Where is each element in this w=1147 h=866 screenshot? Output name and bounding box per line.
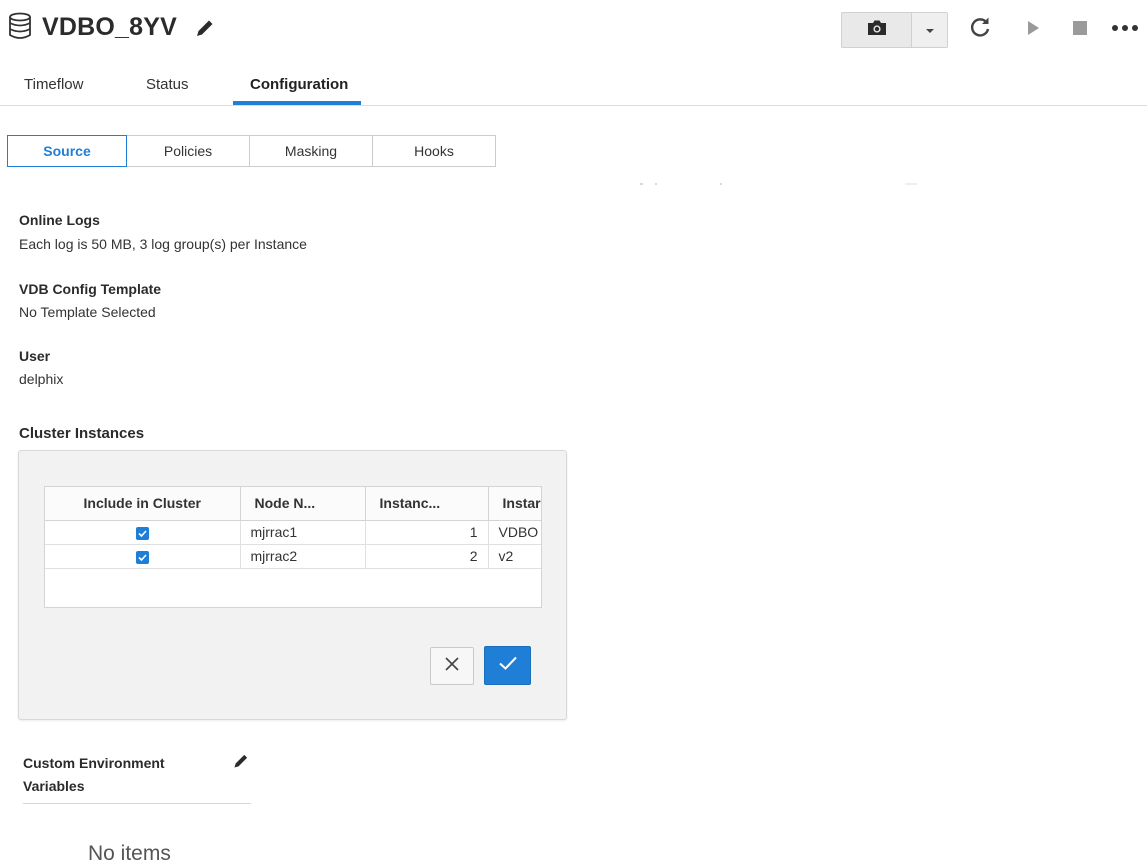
header: VDBO_8YV	[0, 0, 1147, 62]
subtab-policies[interactable]: Policies	[126, 135, 250, 167]
active-tab-indicator	[233, 101, 361, 105]
subtab-masking[interactable]: Masking	[249, 135, 373, 167]
cluster-instances-panel: Include in Cluster Node N... Instanc... …	[18, 450, 567, 720]
snapshot-options-dropdown[interactable]	[912, 13, 947, 47]
main-tab-bar: Timeflow Status Configuration	[0, 70, 1147, 106]
confirm-button[interactable]	[484, 646, 531, 685]
online-logs-value: Each log is 50 MB, 3 log group(s) per In…	[19, 236, 307, 252]
divider	[720, 183, 722, 185]
tab-configuration[interactable]: Configuration	[250, 76, 348, 93]
instance-name-cell: v2	[488, 544, 541, 569]
cancel-button[interactable]	[430, 647, 474, 685]
vdb-config-template-value: No Template Selected	[19, 304, 156, 320]
more-icon[interactable]	[1110, 15, 1140, 41]
custom-env-variables-label: Custom Environment Variables	[23, 755, 165, 794]
snapshot-button-group	[841, 12, 948, 48]
cluster-instances-table: Include in Cluster Node N... Instanc... …	[44, 486, 542, 608]
divider	[640, 183, 643, 185]
node-name-cell: mjrrac1	[240, 520, 366, 545]
caret-down-icon	[925, 21, 935, 39]
divider	[905, 183, 917, 185]
user-value: delphix	[19, 371, 64, 387]
tab-timeflow[interactable]: Timeflow	[24, 76, 83, 93]
subtab-hooks[interactable]: Hooks	[372, 135, 496, 167]
include-checkbox[interactable]	[135, 526, 149, 540]
instance-number-cell: 2	[365, 544, 489, 569]
stop-icon[interactable]	[1067, 15, 1093, 41]
column-header[interactable]: Instar	[488, 487, 541, 521]
include-cell	[45, 520, 241, 545]
play-icon[interactable]	[1020, 15, 1046, 41]
cluster-instances-label: Cluster Instances	[19, 425, 145, 442]
pencil-icon[interactable]	[232, 752, 250, 770]
column-header[interactable]: Instanc...	[365, 487, 489, 521]
node-name-cell: mjrrac2	[240, 544, 366, 569]
tab-status[interactable]: Status	[146, 76, 189, 93]
empty-state-text: No items	[88, 842, 171, 865]
close-icon	[444, 656, 460, 677]
vdb-config-template-label: VDB Config Template	[19, 281, 162, 297]
user-label: User	[19, 348, 51, 364]
refresh-icon[interactable]	[967, 15, 993, 41]
instance-number-cell: 1	[365, 520, 489, 545]
sub-tab-bar: Source Policies Masking Hooks	[7, 135, 496, 167]
subtab-source[interactable]: Source	[7, 135, 127, 167]
include-cell	[45, 544, 241, 569]
divider	[655, 183, 657, 185]
pencil-icon[interactable]	[194, 17, 216, 39]
page-title: VDBO_8YV	[42, 13, 177, 41]
column-header[interactable]: Include in Cluster	[45, 487, 241, 521]
divider	[23, 803, 251, 804]
camera-icon	[867, 19, 887, 41]
online-logs-label: Online Logs	[19, 212, 100, 228]
checkmark-icon	[498, 655, 518, 676]
snapshot-button[interactable]	[842, 13, 912, 47]
column-header[interactable]: Node N...	[240, 487, 366, 521]
include-checkbox[interactable]	[135, 550, 149, 564]
table-row: mjrrac1 1 VDBO	[45, 520, 541, 545]
database-icon	[8, 12, 32, 40]
table-header-row: Include in Cluster Node N... Instanc... …	[45, 487, 541, 521]
table-row: mjrrac2 2 v2	[45, 544, 541, 569]
instance-name-cell: VDBO	[488, 520, 541, 545]
